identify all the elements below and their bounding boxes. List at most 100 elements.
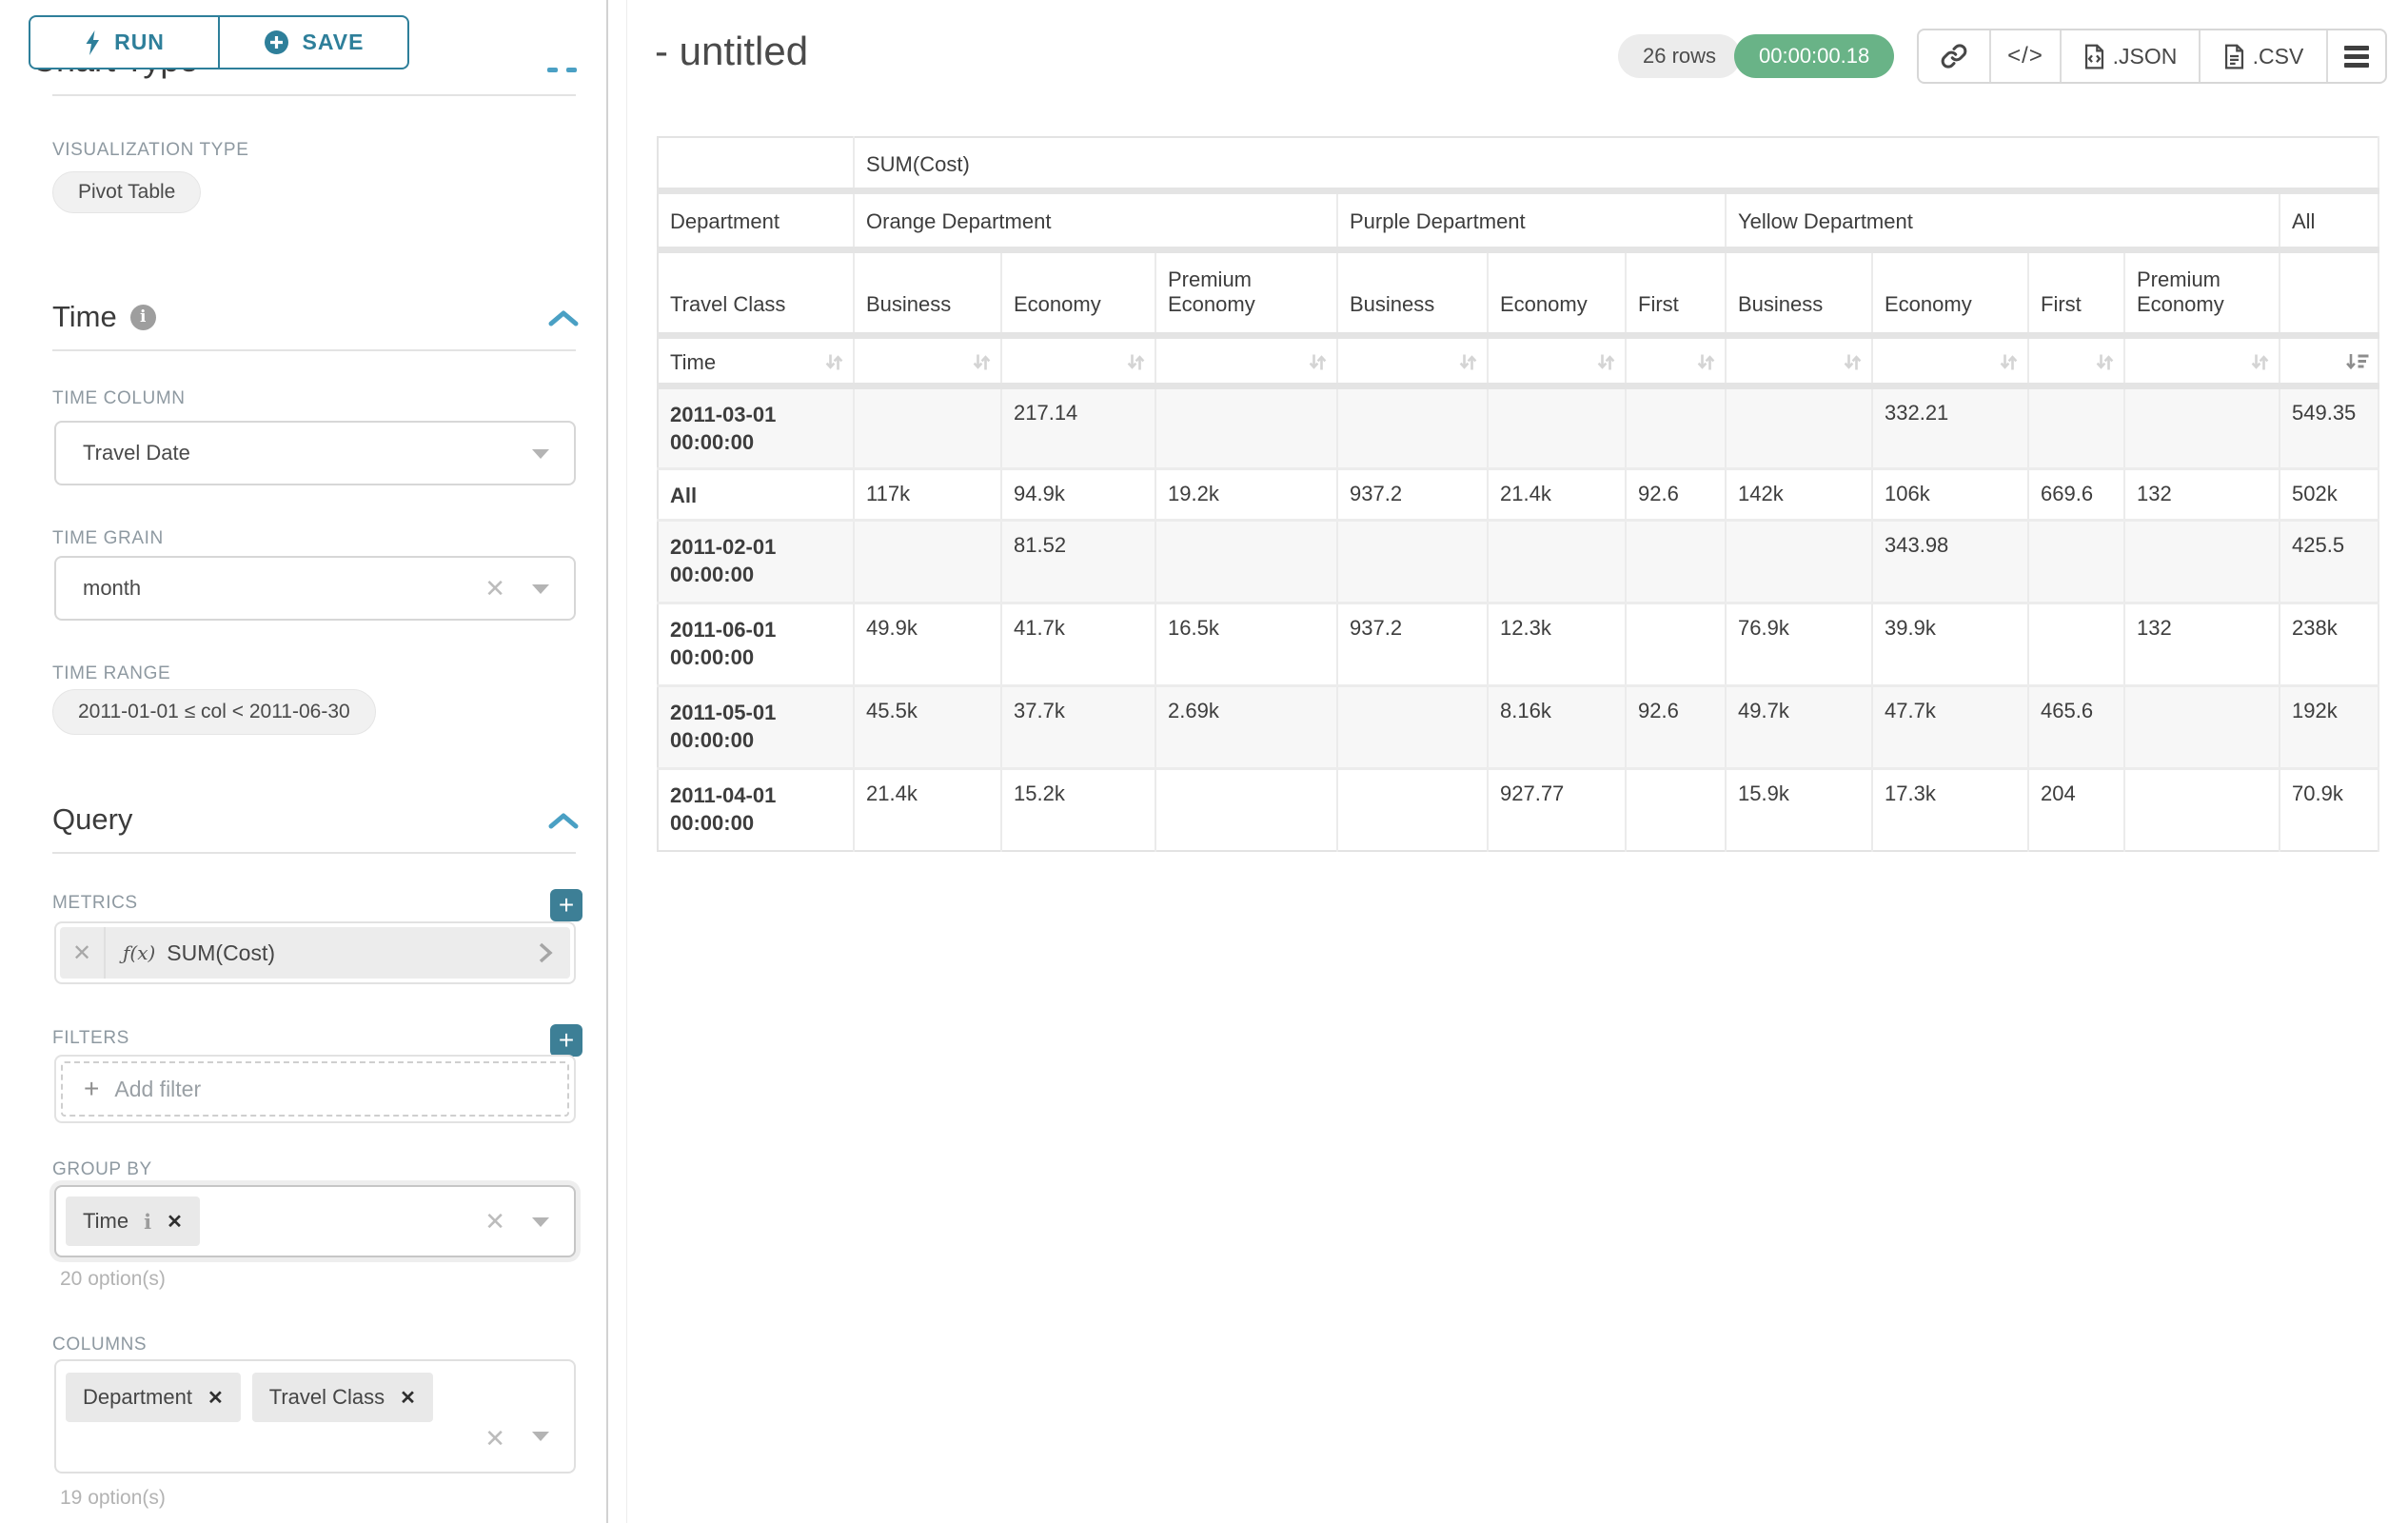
pivot-cell: 49.9k (854, 603, 1001, 685)
metrics-container: ✕ ƒ(x) SUM(Cost) (54, 921, 576, 984)
pivot-cell: 343.98 (1872, 520, 2028, 603)
add-filter-button[interactable]: + Add filter (61, 1061, 569, 1117)
pivot-row-label: 2011-05-01 00:00:00 (658, 685, 854, 768)
remove-chip-icon[interactable]: ✕ (400, 1386, 416, 1410)
add-metric-button[interactable]: + (550, 889, 582, 921)
filters-container: + Add filter (54, 1055, 576, 1123)
pivot-cell: 19.2k (1155, 468, 1337, 520)
pivot-sort-header[interactable] (1626, 335, 1726, 386)
time-range-pill[interactable]: 2011-01-01 ≤ col < 2011-06-30 (52, 689, 376, 735)
chart-title[interactable]: - untitled (655, 29, 808, 74)
pivot-sort-header[interactable] (1155, 335, 1337, 386)
pivot-table-container: SUM(Cost)DepartmentOrange DepartmentPurp… (657, 136, 2379, 852)
pivot-cell: 465.6 (2028, 685, 2124, 768)
pivot-cell: 106k (1872, 468, 2028, 520)
pivot-cell (1626, 603, 1726, 685)
run-button-label: RUN (114, 30, 165, 55)
pivot-cell (1626, 386, 1726, 468)
sort-updown-icon (1595, 351, 1617, 373)
export-csv-button[interactable]: .CSV (2199, 30, 2326, 82)
pivot-cell: 12.3k (1488, 603, 1626, 685)
sort-updown-icon (1125, 351, 1147, 373)
pivot-cell: 425.5 (2280, 520, 2378, 603)
group-by-chip[interactable]: Time i ✕ (66, 1197, 200, 1246)
pivot-cell: 76.9k (1726, 603, 1872, 685)
pivot-row-label: 2011-03-01 00:00:00 (658, 386, 854, 468)
pivot-sort-header[interactable] (1872, 335, 2028, 386)
sort-descending-icon (2344, 351, 2370, 373)
csv-file-icon (2223, 44, 2245, 69)
columns-select[interactable]: Department ✕ Travel Class ✕ ✕ (54, 1359, 576, 1474)
collapse-chevron-icon[interactable] (547, 308, 580, 329)
pivot-col-header: First (1626, 249, 1726, 335)
pivot-sort-header[interactable] (1488, 335, 1626, 386)
query-timer-badge: 00:00:00.18 (1734, 34, 1894, 78)
add-filter-plus-button[interactable]: + (550, 1024, 582, 1057)
filters-label: FILTERS (52, 1028, 129, 1049)
pivot-cell: 927.77 (1488, 768, 1626, 851)
time-column-select[interactable]: Travel Date (54, 421, 576, 485)
pivot-sort-header[interactable]: Time (658, 335, 854, 386)
pivot-cell (2124, 685, 2280, 768)
pivot-col-group-header: Purple Department (1337, 190, 1726, 249)
pivot-sort-header[interactable] (1001, 335, 1155, 386)
chevron-right-icon[interactable] (521, 941, 570, 964)
run-button[interactable]: RUN (29, 15, 219, 69)
group-by-label: GROUP BY (52, 1159, 152, 1180)
remove-metric-icon[interactable]: ✕ (60, 927, 106, 979)
pivot-sort-header[interactable] (1337, 335, 1488, 386)
group-by-select[interactable]: Time i ✕ ✕ (54, 1185, 576, 1257)
visualization-type-pill[interactable]: Pivot Table (52, 171, 201, 213)
pivot-col-header: Premium Economy (1155, 249, 1337, 335)
copy-link-button[interactable] (1919, 30, 1989, 82)
plus-icon: + (84, 1074, 99, 1104)
pivot-col-header: Business (1726, 249, 1872, 335)
time-grain-label: TIME GRAIN (52, 528, 164, 549)
pivot-col-axis-label: Department (658, 190, 854, 249)
table-row: All117k94.9k19.2k937.221.4k92.6142k106k6… (658, 468, 2378, 520)
pivot-sort-header[interactable] (2280, 335, 2378, 386)
table-row: 2011-05-01 00:00:0045.5k37.7k2.69k8.16k9… (658, 685, 2378, 768)
pivot-cell: 937.2 (1337, 468, 1488, 520)
metric-chip[interactable]: ✕ ƒ(x) SUM(Cost) (60, 927, 570, 979)
column-info-icon[interactable]: i (144, 1210, 151, 1234)
pivot-sort-header[interactable] (2124, 335, 2280, 386)
clear-icon[interactable]: ✕ (484, 576, 505, 601)
pivot-cell (854, 386, 1001, 468)
columns-chip[interactable]: Travel Class ✕ (252, 1373, 433, 1422)
view-query-button[interactable]: </> (1989, 30, 2060, 82)
sort-updown-icon (971, 351, 993, 373)
sort-updown-icon (1307, 351, 1329, 373)
pivot-sort-header[interactable] (2028, 335, 2124, 386)
sort-updown-icon (1695, 351, 1717, 373)
time-grain-select[interactable]: month ✕ (54, 556, 576, 621)
pivot-sort-header[interactable] (1726, 335, 1872, 386)
export-json-label: .JSON (2113, 44, 2178, 69)
remove-chip-icon[interactable]: ✕ (167, 1210, 183, 1234)
pivot-cell (1155, 768, 1337, 851)
table-row: 2011-06-01 00:00:0049.9k41.7k16.5k937.21… (658, 603, 2378, 685)
pivot-cell: 549.35 (2280, 386, 2378, 468)
remove-chip-icon[interactable]: ✕ (207, 1386, 224, 1410)
clear-icon[interactable]: ✕ (484, 1426, 505, 1451)
save-button[interactable]: SAVE (219, 15, 409, 69)
more-options-button[interactable] (2326, 30, 2385, 82)
time-range-label: TIME RANGE (52, 663, 170, 684)
chevron-down-icon (532, 1432, 549, 1441)
pivot-cell: 16.5k (1155, 603, 1337, 685)
time-section-header: Time i (52, 300, 156, 334)
pivot-cell (1337, 386, 1488, 468)
info-icon[interactable]: i (130, 305, 156, 330)
export-json-button[interactable]: .JSON (2060, 30, 2199, 82)
pivot-cell: 41.7k (1001, 603, 1155, 685)
clear-icon[interactable]: ✕ (484, 1209, 505, 1234)
pivot-cell (2124, 386, 2280, 468)
pivot-cell (1337, 768, 1488, 851)
save-button-label: SAVE (303, 30, 365, 55)
columns-chip[interactable]: Department ✕ (66, 1373, 241, 1422)
pivot-sort-header[interactable] (854, 335, 1001, 386)
pivot-row-label: 2011-02-01 00:00:00 (658, 520, 854, 603)
visualization-type-label: VISUALIZATION TYPE (52, 140, 248, 161)
pivot-cell: 2.69k (1155, 685, 1337, 768)
collapse-chevron-icon[interactable] (547, 811, 580, 832)
